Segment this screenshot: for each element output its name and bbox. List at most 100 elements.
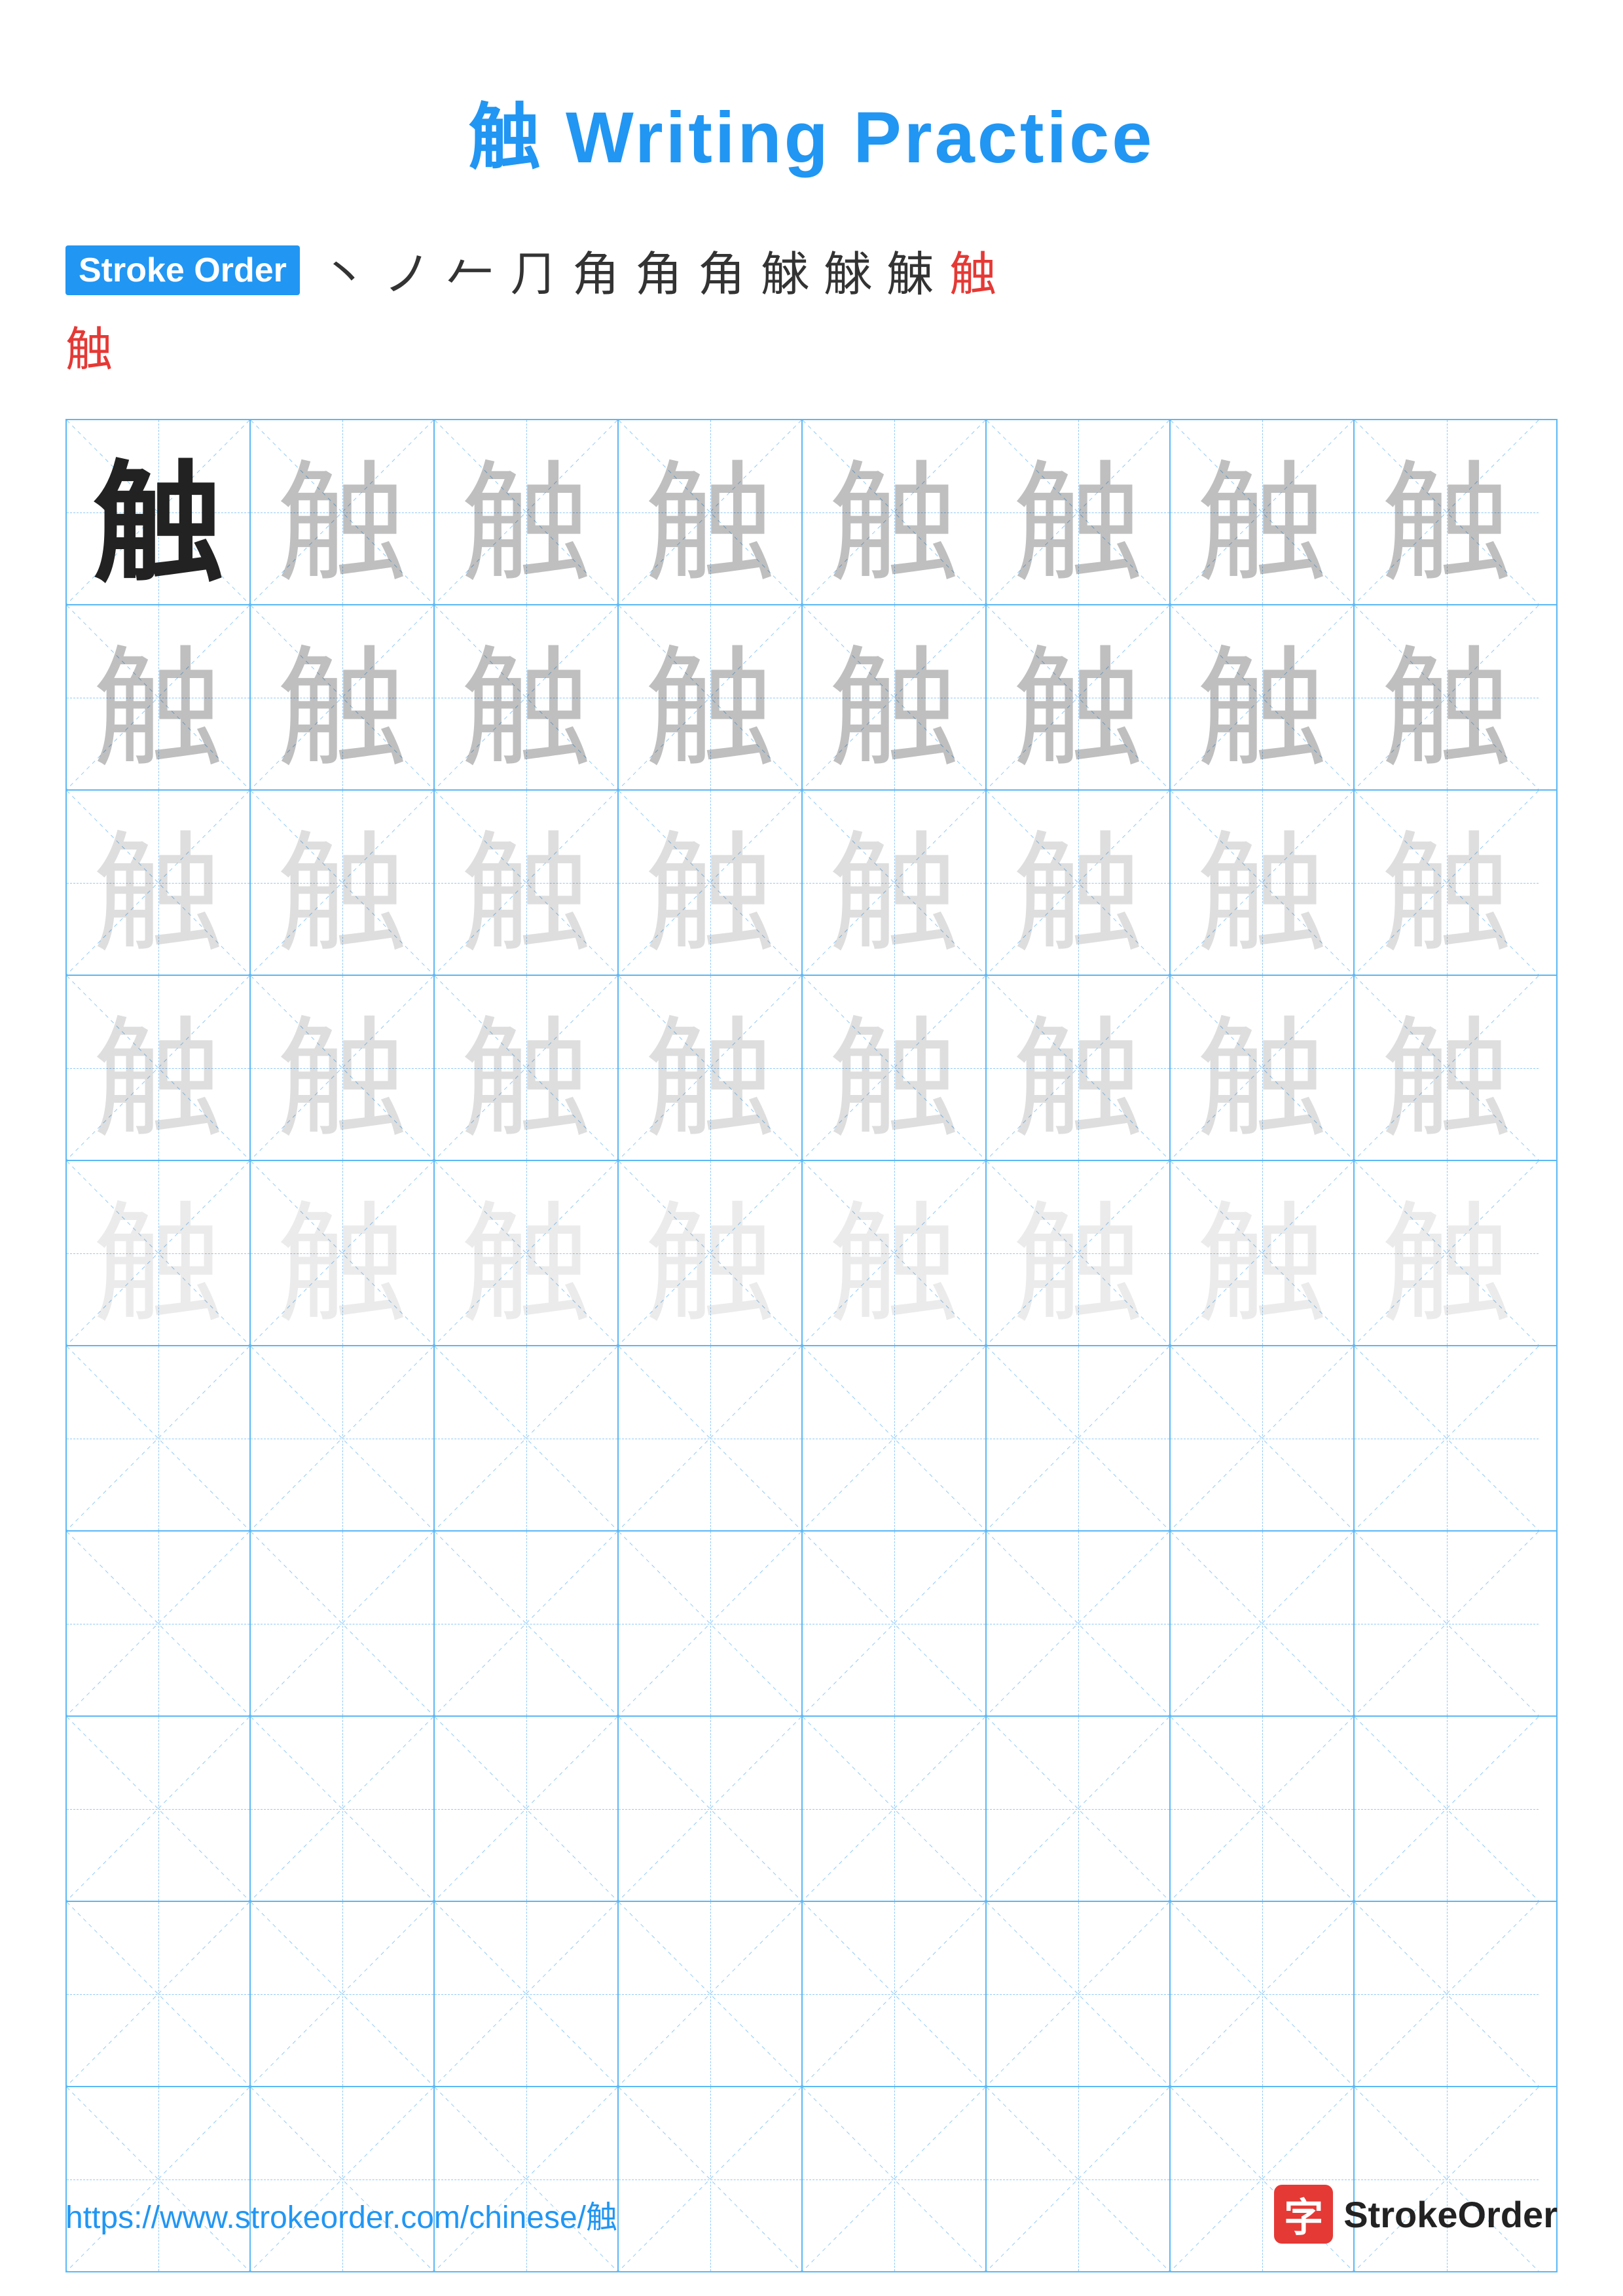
practice-char: 触 — [92, 1161, 223, 1345]
grid-cell — [67, 1902, 251, 2086]
practice-char: 触 — [276, 420, 407, 604]
practice-char: 触 — [828, 605, 959, 789]
grid-cell — [1355, 1717, 1539, 1901]
grid-cell: 触 — [1355, 976, 1539, 1160]
grid-cell: 触 — [987, 605, 1171, 789]
grid-cell: 触 — [1171, 976, 1355, 1160]
practice-char: 触 — [92, 976, 223, 1160]
practice-char: 触 — [460, 605, 591, 789]
practice-char: 触 — [1012, 791, 1143, 975]
grid-cell: 触 — [67, 605, 251, 789]
grid-cell — [1171, 1717, 1355, 1901]
grid-cell: 触 — [251, 976, 435, 1160]
grid-row-2: 触 触 触 触 — [67, 605, 1556, 791]
practice-char: 触 — [1381, 976, 1512, 1160]
practice-char: 触 — [460, 420, 591, 604]
grid-cell: 触 — [803, 420, 987, 604]
grid-cell: 触 — [619, 976, 803, 1160]
grid-row-9 — [67, 1902, 1556, 2087]
practice-char: 触 — [1012, 1161, 1143, 1345]
practice-char: 触 — [1012, 976, 1143, 1160]
grid-cell: 触 — [67, 976, 251, 1160]
practice-char: 触 — [460, 976, 591, 1160]
practice-char: 触 — [644, 1161, 775, 1345]
grid-cell — [1171, 1532, 1355, 1715]
practice-char: 触 — [1196, 791, 1327, 975]
grid-cell — [1171, 1902, 1355, 2086]
practice-char: 触 — [1381, 1161, 1512, 1345]
stroke-1: 丶 — [321, 236, 368, 304]
stroke-2: ノ — [384, 236, 431, 304]
practice-char: 触 — [828, 420, 959, 604]
practice-char: 触 — [276, 791, 407, 975]
practice-char: 触 — [1012, 605, 1143, 789]
footer-logo-icon: 字 — [1274, 2185, 1333, 2244]
grid-cell — [987, 1717, 1171, 1901]
stroke-5: 角 — [572, 236, 619, 304]
footer-logo-text: StrokeOrder — [1343, 2193, 1558, 2236]
practice-char: 触 — [1381, 791, 1512, 975]
grid-cell: 触 — [1355, 1161, 1539, 1345]
grid-cell: 触 — [803, 976, 987, 1160]
grid-cell — [251, 1717, 435, 1901]
grid-cell: 触 — [435, 1161, 619, 1345]
practice-char: 触 — [92, 420, 223, 604]
practice-char: 触 — [828, 791, 959, 975]
grid-cell: 触 — [803, 605, 987, 789]
stroke-order-below: 触 — [65, 311, 1623, 380]
grid-cell: 触 — [67, 1161, 251, 1345]
practice-char: 触 — [1196, 420, 1327, 604]
footer-url[interactable]: https://www.strokeorder.com/chinese/触 — [65, 2191, 617, 2237]
grid-cell — [803, 1717, 987, 1901]
grid-cell — [435, 1346, 619, 1530]
grid-cell — [987, 1532, 1171, 1715]
practice-char: 触 — [644, 420, 775, 604]
practice-char: 触 — [276, 1161, 407, 1345]
stroke-6: 角 — [635, 236, 682, 304]
grid-cell — [619, 1717, 803, 1901]
grid-row-1: 触 触 触 触 — [67, 420, 1556, 605]
grid-cell — [251, 1346, 435, 1530]
stroke-order-section: Stroke Order 丶 ノ 𠂉 ⺆ 角 角 角 觩 觩 觫 触 — [65, 236, 1623, 304]
grid-cell: 触 — [803, 791, 987, 975]
practice-char: 触 — [276, 605, 407, 789]
grid-cell: 触 — [1355, 605, 1539, 789]
grid-cell — [435, 1902, 619, 2086]
grid-cell — [67, 1346, 251, 1530]
grid-cell — [251, 1532, 435, 1715]
grid-cell: 触 — [67, 791, 251, 975]
grid-cell: 触 — [1171, 605, 1355, 789]
grid-cell — [803, 1902, 987, 2086]
stroke-10: 觫 — [886, 236, 934, 304]
grid-cell — [435, 1717, 619, 1901]
stroke-11: 触 — [949, 236, 996, 304]
grid-row-4: 触 触 触 触 — [67, 976, 1556, 1161]
grid-row-7 — [67, 1532, 1556, 1717]
grid-cell — [619, 1532, 803, 1715]
grid-cell — [251, 1902, 435, 2086]
practice-char: 触 — [92, 791, 223, 975]
grid-cell: 触 — [1171, 420, 1355, 604]
grid-cell: 触 — [1171, 1161, 1355, 1345]
practice-char: 触 — [644, 605, 775, 789]
grid-cell — [67, 1532, 251, 1715]
stroke-order-badge: Stroke Order — [65, 245, 300, 295]
stroke-8: 觩 — [761, 236, 808, 304]
grid-cell: 触 — [987, 1161, 1171, 1345]
grid-cell — [1355, 1346, 1539, 1530]
grid-cell: 触 — [1355, 791, 1539, 975]
grid-row-3: 触 触 触 触 — [67, 791, 1556, 976]
practice-char: 触 — [1196, 1161, 1327, 1345]
grid-cell: 触 — [435, 605, 619, 789]
grid-cell: 触 — [803, 1161, 987, 1345]
grid-cell: 触 — [619, 605, 803, 789]
grid-cell — [435, 1532, 619, 1715]
grid-cell — [619, 1902, 803, 2086]
stroke-sequence: 丶 ノ 𠂉 ⺆ 角 角 角 觩 觩 觫 触 — [313, 236, 1004, 304]
practice-char: 触 — [828, 976, 959, 1160]
footer-logo: 字 StrokeOrder — [1274, 2185, 1558, 2244]
practice-char: 触 — [460, 1161, 591, 1345]
practice-char: 触 — [644, 791, 775, 975]
practice-char: 触 — [644, 976, 775, 1160]
practice-char: 触 — [1196, 976, 1327, 1160]
